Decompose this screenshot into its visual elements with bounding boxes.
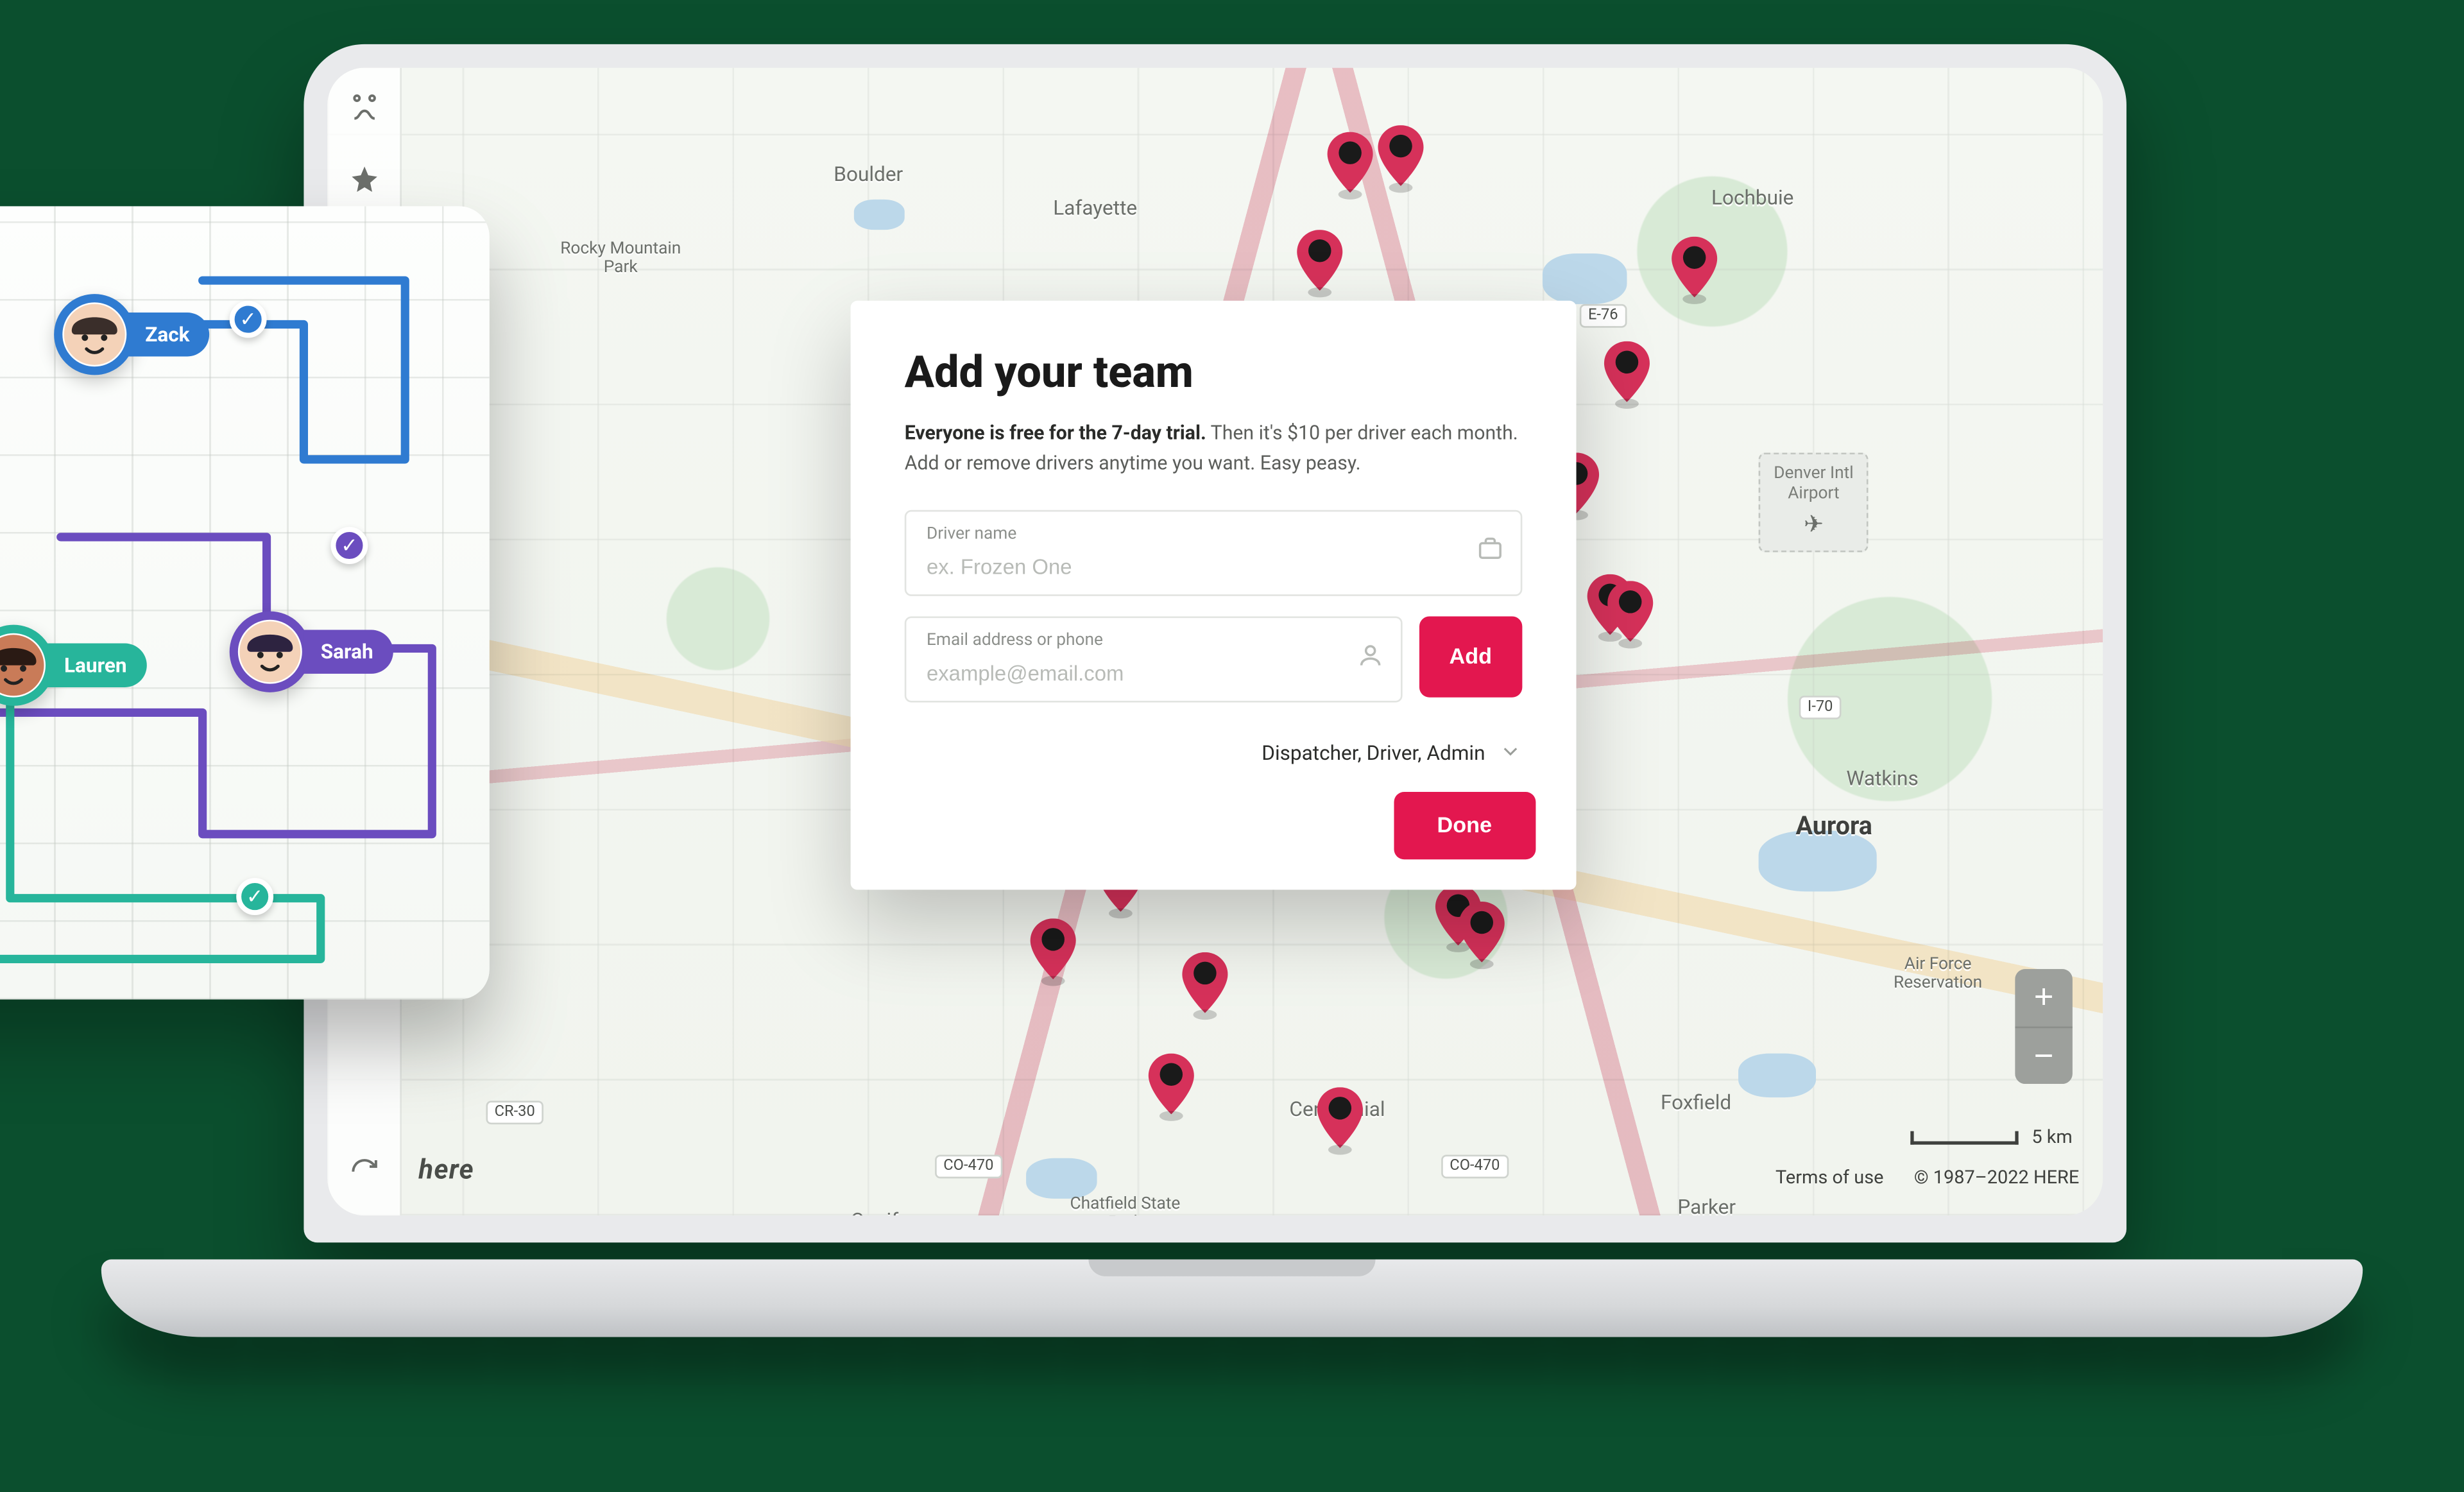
driver-chip[interactable]: Sarah — [230, 611, 394, 692]
map-pin[interactable] — [1317, 1087, 1364, 1148]
map-city-label: Lochbuie — [1711, 185, 1793, 209]
route-badge: CO-470 — [1441, 1154, 1508, 1178]
star-icon[interactable] — [340, 155, 388, 203]
map-pin[interactable] — [1296, 230, 1344, 291]
avatar — [54, 294, 135, 375]
driver-email-label: Email address or phone — [927, 631, 1336, 649]
avatar — [0, 624, 54, 705]
map-pin[interactable] — [1458, 901, 1505, 962]
done-button[interactable]: Done — [1393, 791, 1536, 859]
route-badge: E-76 — [1580, 304, 1627, 327]
avatar — [230, 611, 311, 692]
water-body — [854, 199, 905, 229]
scale-bar: 5 km — [1910, 1126, 2073, 1147]
map-pin[interactable] — [1326, 132, 1374, 193]
driver-name-label: Driver name — [927, 524, 1457, 543]
driver-name-input[interactable] — [927, 554, 1457, 578]
map-pin[interactable] — [1377, 125, 1425, 186]
driver-email-input[interactable] — [927, 661, 1336, 685]
map-city-label: Parker — [1677, 1195, 1736, 1215]
role-selector[interactable]: Dispatcher, Driver, Admin — [905, 739, 1523, 767]
driver-chip[interactable]: Zack — [54, 294, 210, 375]
driver-name-field[interactable]: Driver name — [905, 509, 1523, 595]
map-pin[interactable] — [1029, 918, 1077, 979]
driver-name-tag: Lauren — [47, 643, 148, 687]
driver-name-tag: Sarah — [304, 630, 393, 673]
map-pin[interactable] — [1671, 236, 1718, 297]
zoom-in-button[interactable]: + — [2015, 969, 2072, 1026]
waypoint-icon: ✓ — [230, 300, 267, 338]
add-team-modal: Add your team Everyone is free for the 7… — [851, 300, 1577, 889]
driver-name-tag: Zack — [128, 313, 210, 356]
map-pin[interactable] — [1147, 1053, 1195, 1114]
map-city-label: Aurora — [1795, 810, 1872, 840]
waypoint-icon: ✓ — [236, 878, 273, 915]
map-park-label: Air Force Reservation — [1894, 956, 1982, 993]
zoom-out-button[interactable]: − — [2015, 1026, 2072, 1083]
water-body — [1738, 1053, 1816, 1097]
waypoint-icon: ✓ — [331, 527, 368, 564]
map-pin[interactable] — [1607, 581, 1654, 642]
map-city-label: Boulder — [834, 162, 903, 185]
map-city-label: Conifer — [851, 1208, 916, 1215]
provider-logo: here — [418, 1153, 474, 1185]
modal-subtitle: Everyone is free for the 7-day trial. Th… — [905, 418, 1523, 479]
map-city-label: Foxfield — [1661, 1090, 1731, 1114]
map-city-label: Lafayette — [1053, 196, 1137, 219]
water-body — [1026, 1158, 1097, 1198]
map-park-label: Chatfield State Park — [1070, 1195, 1181, 1215]
terms-link[interactable]: Terms of use — [1775, 1166, 1883, 1188]
modal-title: Add your team — [905, 348, 1523, 399]
briefcase-icon — [1476, 535, 1503, 569]
map-city-label: Watkins — [1846, 766, 1918, 790]
driver-email-field[interactable]: Email address or phone — [905, 615, 1402, 701]
map-attribution: Terms of use © 1987–2022 HERE — [1775, 1166, 2079, 1188]
add-button[interactable]: Add — [1419, 615, 1522, 696]
map-pin[interactable] — [1181, 952, 1229, 1013]
route-badge: CO-470 — [935, 1154, 1002, 1178]
airport-label: Denver Intl Airport ✈︎ — [1759, 452, 1869, 552]
person-icon — [1356, 642, 1383, 676]
water-body — [1543, 253, 1627, 304]
routes-illustration-card: ✓ ✓ ✓ ✓ ZackSarahLauren — [0, 206, 490, 999]
driver-chip[interactable]: Lauren — [0, 624, 147, 705]
route-badge: CR-30 — [486, 1101, 543, 1124]
refresh-icon[interactable] — [340, 1147, 388, 1195]
map-park-label: Rocky Mountain Park — [560, 239, 681, 277]
role-label: Dispatcher, Driver, Admin — [1262, 741, 1485, 765]
app-screen: Denver Intl Airport ✈︎ — [327, 67, 2103, 1215]
copyright-text: © 1987–2022 HERE — [1914, 1166, 2080, 1188]
laptop-base — [101, 1259, 2363, 1337]
routes-icon[interactable] — [340, 84, 388, 132]
route-badge: I-70 — [1799, 696, 1842, 719]
zoom-control: + − — [2015, 969, 2072, 1084]
map-pin[interactable] — [1604, 341, 1651, 402]
chevron-down-icon — [1499, 739, 1523, 767]
